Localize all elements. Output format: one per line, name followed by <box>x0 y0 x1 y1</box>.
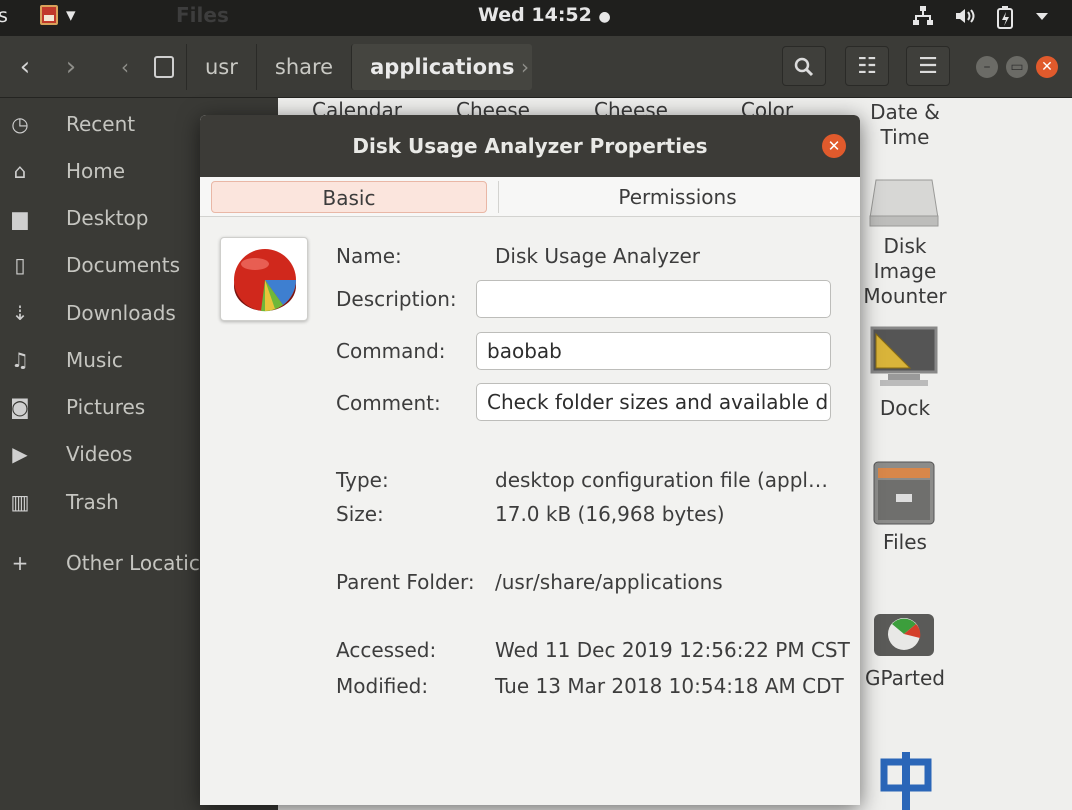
dialog-title: Disk Usage Analyzer Properties <box>200 115 860 177</box>
grid-item-files[interactable]: Files <box>850 530 960 555</box>
size-label: Size: <box>336 502 384 526</box>
gparted-icon <box>874 614 934 656</box>
notification-dot-icon: ● <box>598 9 611 25</box>
files-app-icon <box>40 5 58 25</box>
top-panel: s Files ▾ Wed 14:52 ● <box>0 0 1072 36</box>
dock-icon <box>870 326 938 386</box>
grid-item-gparted[interactable]: GParted <box>850 666 960 691</box>
clock-icon: ◷ <box>11 112 29 136</box>
sidebar-item-label: Music <box>66 348 123 372</box>
parent-folder-label: Parent Folder: <box>336 570 475 594</box>
plus-icon: + <box>11 551 29 575</box>
folder-icon: ▆ <box>12 206 28 230</box>
app-menu-label: Files <box>176 3 229 27</box>
clock[interactable]: Wed 14:52 ● <box>478 4 611 26</box>
path-segment-share[interactable]: share <box>255 44 351 90</box>
window-close-button[interactable]: ✕ <box>1036 56 1058 78</box>
activities-fragment[interactable]: s <box>0 5 8 27</box>
comment-field[interactable]: Check folder sizes and available di <box>476 383 831 421</box>
grid-item-disk-image-mounter[interactable]: Disk Image Mounter <box>850 234 960 309</box>
modified-value: Tue 13 Mar 2018 10:54:18 AM CDT <box>495 674 844 698</box>
type-label: Type: <box>336 468 389 492</box>
camera-icon: ◙ <box>10 395 30 419</box>
forward-button[interactable]: › <box>54 50 88 84</box>
tab-basic[interactable]: Basic <box>211 181 487 213</box>
path-scroll-left-button[interactable]: ‹ <box>108 50 142 84</box>
system-menu-arrow-icon <box>1036 13 1048 20</box>
sidebar-item-label: Videos <box>66 442 133 466</box>
path-segment-applications[interactable]: applications <box>351 44 533 90</box>
volume-icon <box>956 9 975 23</box>
app-icon-button[interactable] <box>220 237 308 321</box>
maximize-button[interactable]: ▭ <box>1006 56 1028 78</box>
battery-icon <box>997 6 1013 29</box>
sidebar-item-label: Other Locatic <box>66 551 200 575</box>
input-method-icon <box>880 752 932 810</box>
sidebar-item-label: Home <box>66 159 126 183</box>
dialog-close-button[interactable]: ✕ <box>822 134 846 158</box>
tab-bar: Basic Permissions <box>200 177 860 217</box>
app-menu[interactable]: Files ▾ <box>40 3 229 27</box>
path-bar: usr share applications <box>142 44 533 90</box>
sidebar-item-label: Pictures <box>66 395 146 419</box>
parent-folder-value: /usr/share/applications <box>495 570 723 594</box>
disk-icon <box>154 56 174 78</box>
document-icon: ▯ <box>14 253 26 277</box>
close-icon: ✕ <box>1041 59 1053 75</box>
back-button[interactable]: ‹ <box>8 50 42 84</box>
description-field[interactable] <box>476 280 831 318</box>
sidebar-item-label: Desktop <box>66 206 149 230</box>
name-value: Disk Usage Analyzer <box>495 244 701 268</box>
disk-image-icon <box>869 179 939 227</box>
modified-label: Modified: <box>336 674 429 698</box>
network-icon <box>913 6 933 25</box>
sidebar-item-label: Downloads <box>66 301 176 325</box>
accessed-value: Wed 11 Dec 2019 12:56:22 PM CST <box>495 638 850 662</box>
download-icon: ⇣ <box>11 301 29 325</box>
pie-chart-icon <box>234 249 296 312</box>
close-icon: ✕ <box>827 137 841 155</box>
hamburger-menu-icon: ☰ <box>918 54 938 79</box>
grid-item-date-time[interactable]: Date & Time <box>850 100 960 150</box>
name-label: Name: <box>336 244 402 268</box>
sidebar-item-label: Trash <box>66 490 119 514</box>
system-tray[interactable] <box>912 5 1050 29</box>
path-segment-usr[interactable]: usr <box>186 44 256 90</box>
list-view-icon: ☷ <box>857 54 877 79</box>
comment-label: Comment: <box>336 391 441 415</box>
grid-item-dock[interactable]: Dock <box>850 396 960 421</box>
minimize-icon: – <box>983 59 991 75</box>
view-toggle-button[interactable]: ☷ <box>845 46 889 86</box>
files-icon <box>873 461 935 525</box>
video-icon: ▶ <box>12 442 28 466</box>
clock-label: Wed 14:52 <box>478 4 592 26</box>
chevron-down-icon: ▾ <box>66 4 76 26</box>
command-label: Command: <box>336 339 446 363</box>
description-label: Description: <box>336 287 457 311</box>
accessed-label: Accessed: <box>336 638 437 662</box>
trash-icon: ▥ <box>10 490 30 514</box>
path-scroll-right-button[interactable]: › <box>508 50 542 84</box>
sidebar-item-label: Recent <box>66 112 136 136</box>
music-icon: ♫ <box>11 348 29 372</box>
size-value: 17.0 kB (16,968 bytes) <box>495 502 725 526</box>
properties-dialog: Disk Usage Analyzer Properties ✕ Basic P… <box>200 115 860 805</box>
header-bar: ‹ › ‹ usr share applications › ☷ ☰ – ▭ ✕ <box>0 36 1072 98</box>
type-value: desktop configuration file (appl… <box>495 468 828 492</box>
command-field[interactable]: baobab <box>476 332 831 370</box>
maximize-icon: ▭ <box>1010 59 1024 75</box>
search-icon <box>794 57 814 77</box>
home-icon: ⌂ <box>13 159 27 183</box>
menu-button[interactable]: ☰ <box>906 46 950 86</box>
tab-permissions[interactable]: Permissions <box>498 181 856 213</box>
minimize-button[interactable]: – <box>976 56 998 78</box>
sidebar-item-label: Documents <box>66 253 181 277</box>
search-button[interactable] <box>782 46 826 86</box>
path-root-button[interactable] <box>142 44 186 90</box>
